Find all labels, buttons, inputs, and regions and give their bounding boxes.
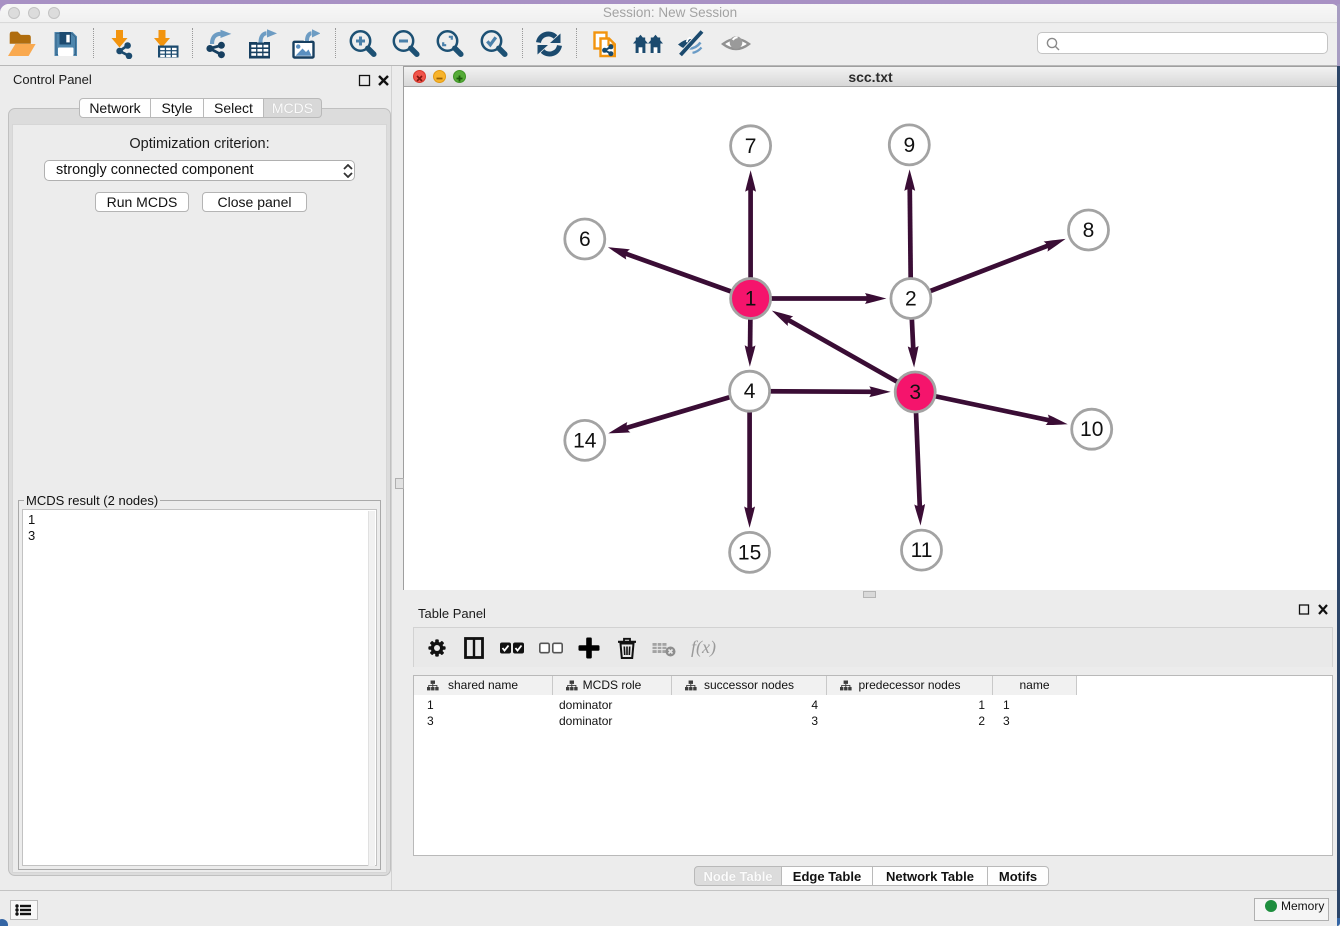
svg-text:15: 15 xyxy=(738,541,761,564)
svg-text:9: 9 xyxy=(903,134,915,157)
svg-text:11: 11 xyxy=(911,539,933,562)
svg-text:8: 8 xyxy=(1083,219,1095,242)
svg-text:3: 3 xyxy=(909,381,921,404)
svg-text:10: 10 xyxy=(1080,418,1103,441)
svg-text:4: 4 xyxy=(744,380,756,403)
svg-text:14: 14 xyxy=(573,429,597,452)
svg-text:2: 2 xyxy=(905,288,917,311)
svg-text:1: 1 xyxy=(745,288,757,311)
svg-text:6: 6 xyxy=(579,228,591,251)
svg-text:7: 7 xyxy=(745,135,757,158)
